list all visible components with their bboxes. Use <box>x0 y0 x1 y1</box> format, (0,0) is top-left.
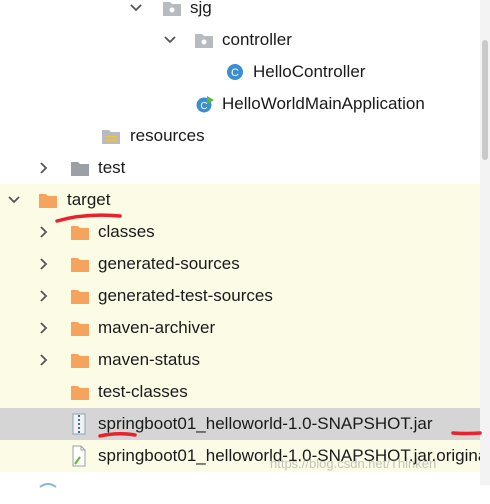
tree-node-label: maven-status <box>98 350 201 369</box>
chevron-right-icon[interactable] <box>36 352 52 368</box>
svg-text:C: C <box>200 101 207 112</box>
tree-node-classes[interactable]: classes <box>0 216 490 248</box>
tree-node-label: controller <box>222 30 292 49</box>
tree-node-helloworldmainapplication[interactable]: C HelloWorldMainApplication <box>0 88 490 120</box>
vertical-scrollbar[interactable] <box>480 0 490 485</box>
tree-node-partial <box>0 472 490 504</box>
chevron-right-icon[interactable] <box>36 256 52 272</box>
tree-node-resources[interactable]: resources <box>0 120 490 152</box>
tree-node-label: classes <box>98 222 155 241</box>
tree-node-label: maven-archiver <box>98 318 216 337</box>
orange-folder-icon <box>71 386 89 400</box>
tree-node-label: test-classes <box>98 382 188 401</box>
tree-node-controller[interactable]: controller <box>0 24 490 56</box>
orange-folder-icon <box>71 322 89 336</box>
orange-folder-icon <box>71 354 89 368</box>
chevron-down-icon[interactable] <box>6 192 22 208</box>
tree-node-jar[interactable]: springboot01_helloworld-1.0-SNAPSHOT.jar <box>0 408 490 440</box>
tree-node-generated-test-sources[interactable]: generated-test-sources <box>0 280 490 312</box>
tree-node-test-classes[interactable]: test-classes <box>0 376 490 408</box>
resources-folder-icon <box>102 130 120 144</box>
tree-node-hellocontroller[interactable]: C HelloController <box>0 56 490 88</box>
spring-boot-class-icon: C <box>196 96 214 113</box>
scrollbar-thumb[interactable] <box>482 40 488 160</box>
tree-node-target[interactable]: target <box>0 184 490 216</box>
package-folder-icon <box>195 34 213 48</box>
tree-node-maven-archiver[interactable]: maven-archiver <box>0 312 490 344</box>
chevron-down-icon[interactable] <box>162 32 178 48</box>
tree-node-label: generated-sources <box>98 254 240 273</box>
chevron-down-icon[interactable] <box>128 0 144 16</box>
tree-node-generated-sources[interactable]: generated-sources <box>0 248 490 280</box>
watermark: https://blog.csdn.net/Thinkeri <box>270 456 437 471</box>
orange-folder-icon <box>71 290 89 304</box>
chevron-right-icon[interactable] <box>36 224 52 240</box>
java-class-icon: C <box>227 64 243 80</box>
orange-folder-icon <box>39 194 57 208</box>
package-folder-icon <box>163 2 181 16</box>
chevron-right-icon[interactable] <box>36 288 52 304</box>
chevron-right-icon[interactable] <box>36 320 52 336</box>
tree-node-label: springboot01_helloworld-1.0-SNAPSHOT.jar <box>98 414 433 433</box>
chevron-right-icon[interactable] <box>36 160 52 176</box>
tree-node-test[interactable]: test <box>0 152 490 184</box>
tree-node-label: HelloController <box>253 62 366 81</box>
tree-node-label: test <box>98 158 126 177</box>
tree-node-sjg[interactable]: sjg <box>0 0 490 24</box>
orange-folder-icon <box>71 226 89 240</box>
file-icon <box>72 445 86 467</box>
tree-node-label: target <box>67 190 111 209</box>
jar-archive-icon <box>72 413 86 435</box>
test-folder-icon <box>71 162 89 176</box>
tree-node-maven-status[interactable]: maven-status <box>0 344 490 376</box>
partial-icon <box>39 483 57 488</box>
tree-node-label: generated-test-sources <box>98 286 273 305</box>
tree-node-label: HelloWorldMainApplication <box>222 94 425 113</box>
svg-text:C: C <box>231 67 239 79</box>
orange-folder-icon <box>71 258 89 272</box>
tree-node-label: resources <box>130 126 205 145</box>
tree-node-label: sjg <box>190 0 212 17</box>
project-tree: sjg controller C HelloController C Hello… <box>0 0 490 488</box>
